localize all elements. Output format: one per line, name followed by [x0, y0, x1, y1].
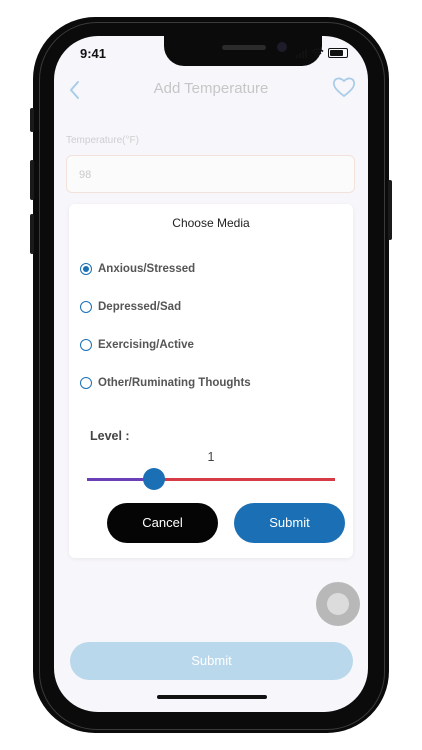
cancel-button[interactable]: Cancel: [107, 503, 218, 543]
option-label: Depressed/Sad: [98, 301, 182, 313]
level-label: Level :: [90, 429, 130, 443]
wifi-icon: [311, 48, 324, 58]
modal-submit-button[interactable]: Submit: [234, 503, 345, 543]
level-slider-track-remaining[interactable]: [154, 478, 335, 481]
option-depressed-sad[interactable]: Depressed/Sad: [80, 297, 181, 317]
radio-unselected[interactable]: [80, 377, 92, 389]
assistive-touch-button[interactable]: [316, 582, 360, 626]
radio-unselected[interactable]: [80, 339, 92, 351]
volume-up-button: [30, 160, 34, 200]
option-exercising-active[interactable]: Exercising/Active: [80, 335, 194, 355]
home-indicator: [157, 695, 267, 699]
temperature-label: Temperature(°F): [66, 135, 139, 146]
battery-icon: [328, 48, 348, 58]
radio-unselected[interactable]: [80, 301, 92, 313]
power-button: [388, 180, 392, 240]
favorite-button[interactable]: [332, 76, 356, 98]
option-label: Exercising/Active: [98, 339, 194, 351]
status-icons: [296, 48, 348, 58]
screen: 9:41 Add Temperature Temperature(°F) 98 …: [54, 36, 368, 712]
temperature-field[interactable]: 98: [66, 155, 355, 193]
volume-down-button: [30, 214, 34, 254]
option-other-ruminating-thoughts[interactable]: Other/Ruminating Thoughts: [80, 373, 251, 393]
option-label: Other/Ruminating Thoughts: [98, 377, 251, 389]
radio-selected[interactable]: [80, 263, 92, 275]
heart-outline-icon: [332, 77, 356, 98]
option-anxious-stressed[interactable]: Anxious/Stressed: [80, 259, 195, 279]
status-time: 9:41: [80, 46, 107, 61]
choose-media-modal: Choose Media Anxious/Stressed Depressed/…: [69, 204, 353, 558]
signal-icon: [296, 48, 307, 58]
submit-button[interactable]: Submit: [70, 642, 353, 680]
speaker: [222, 45, 266, 50]
level-slider-thumb[interactable]: [143, 468, 165, 490]
option-label: Anxious/Stressed: [98, 263, 196, 275]
modal-title: Choose Media: [172, 216, 250, 230]
mute-switch: [30, 108, 34, 132]
front-camera: [277, 42, 287, 52]
level-value: 1: [207, 450, 215, 464]
page-title: Add Temperature: [153, 80, 269, 97]
